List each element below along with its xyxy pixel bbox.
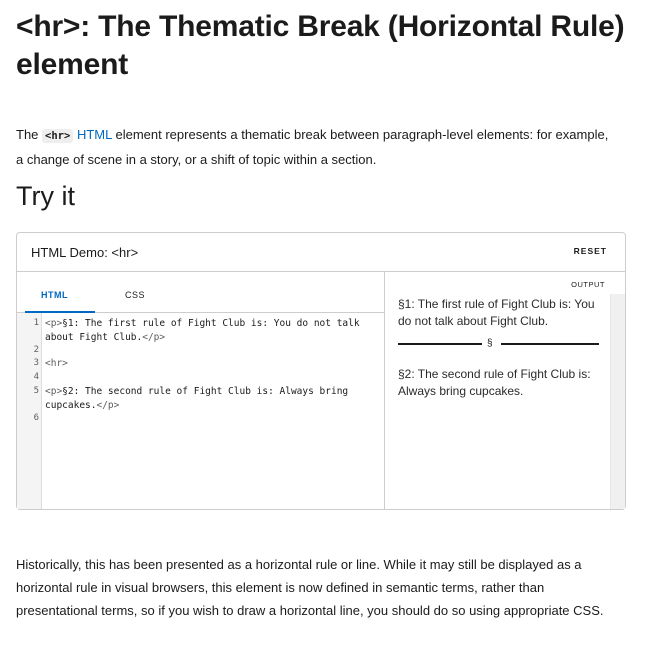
code-tag: <p> (45, 318, 63, 329)
line-number: 3 (33, 358, 39, 368)
line-number: 6 (33, 413, 39, 423)
hr-line-left (398, 343, 482, 345)
code-line-content: <hr> (45, 357, 380, 371)
line-number: 1 (33, 318, 39, 328)
output-preview: §1: The first rule of Fight Club is: You… (398, 296, 599, 400)
interactive-demo: HTML Demo: <hr> RESET HTML CSS 1 <p>§1: … (16, 232, 626, 510)
editor-tabs: HTML CSS (17, 272, 384, 313)
code-tag: <p> (45, 386, 63, 397)
output-paragraph-2: §2: The second rule of Fight Club is: Al… (398, 367, 591, 398)
code-editor-pane: HTML CSS 1 <p>§1: The first rule of Figh… (17, 272, 385, 509)
html-link[interactable]: HTML (77, 127, 112, 142)
output-label: OUTPUT (571, 280, 605, 289)
code-line-content: <p>§2: The second rule of Fight Club is:… (45, 385, 380, 412)
try-it-heading: Try it (16, 181, 75, 211)
output-pane: OUTPUT §1: The first rule of Fight Club … (385, 272, 625, 509)
code-text: §2: The second rule of Fight Club is: Al… (45, 386, 354, 411)
code-line-content: <p>§1: The first rule of Fight Club is: … (45, 317, 380, 344)
hr-line-right (501, 343, 599, 345)
demo-title: HTML Demo: <hr> (31, 245, 139, 260)
page-title: <hr>: The Thematic Break (Horizontal Rul… (16, 10, 625, 81)
hr-code-inline: <hr> (42, 129, 74, 143)
line-number-gutter (17, 313, 42, 509)
line-number: 4 (33, 372, 39, 382)
code-tag: </p> (96, 399, 120, 411)
code-tag: <hr> (45, 358, 68, 369)
output-paragraph-1: §1: The first rule of Fight Club is: You… (398, 297, 595, 328)
line-number: 5 (33, 386, 39, 396)
section-sign: § (487, 338, 493, 349)
output-scrollbar[interactable] (610, 294, 625, 509)
intro-paragraph: The <hr> HTML element represents a thema… (16, 123, 616, 171)
output-horizontal-rule: § (398, 334, 599, 354)
code-editor[interactable]: 1 <p>§1: The first rule of Fight Club is… (17, 313, 384, 509)
tab-html[interactable]: HTML (41, 290, 68, 300)
intro-prefix: The (16, 127, 39, 142)
code-text: §1: The first rule of Fight Club is: You… (45, 318, 366, 343)
tab-css[interactable]: CSS (125, 290, 145, 300)
code-tag: </p> (142, 331, 166, 343)
history-paragraph: Historically, this has been presented as… (16, 557, 604, 618)
reset-button[interactable]: RESET (574, 246, 607, 256)
line-number: 2 (33, 345, 39, 355)
demo-header: HTML Demo: <hr> RESET (17, 233, 625, 272)
